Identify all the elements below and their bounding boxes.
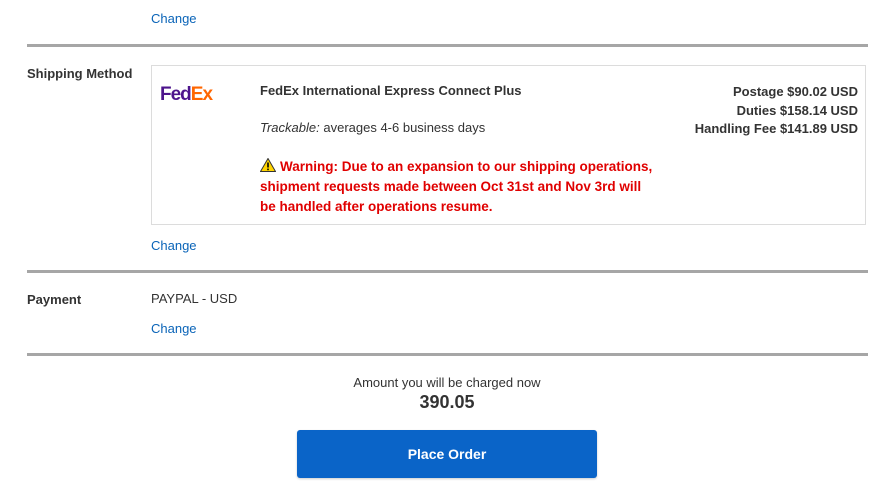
- payment-label: Payment: [27, 292, 82, 307]
- charge-label: Amount you will be charged now: [353, 375, 541, 390]
- shipping-method-card: FedEx FedEx International Express Connec…: [151, 65, 866, 225]
- payment-method-value: PAYPAL - USD: [151, 291, 238, 306]
- change-address-link[interactable]: Change: [151, 11, 197, 26]
- section-divider: [27, 270, 868, 273]
- trackable-info: Trackable: averages 4-6 business days: [260, 120, 485, 135]
- shipping-fees: Postage $90.02 USD Duties $158.14 USD Ha…: [695, 83, 858, 139]
- fedex-logo-fed: Fed: [160, 84, 192, 105]
- charge-amount: 390.05: [419, 392, 475, 412]
- checkout-review-page: Change Shipping Method FedEx FedEx Inter…: [0, 0, 894, 499]
- fedex-logo-ex: Ex: [190, 84, 213, 105]
- postage-fee: Postage $90.02 USD: [732, 84, 858, 99]
- warning-triangle-icon: [260, 158, 276, 172]
- trackable-text: averages 4-6 business days: [323, 120, 486, 135]
- warning-text: Warning: Due to an expansion to our ship…: [260, 159, 653, 214]
- change-payment-link[interactable]: Change: [151, 321, 197, 336]
- handling-fee: Handling Fee $141.89 USD: [694, 121, 858, 136]
- trackable-label: Trackable:: [260, 120, 320, 135]
- fedex-logo: FedEx: [160, 84, 213, 106]
- change-shipping-link[interactable]: Change: [151, 238, 197, 253]
- duties-fee: Duties $158.14 USD: [736, 102, 858, 118]
- shipping-warning: Warning: Due to an expansion to our ship…: [260, 157, 660, 217]
- section-divider: [27, 44, 868, 47]
- place-order-button[interactable]: Place Order: [297, 430, 597, 478]
- shipping-method-name: FedEx International Express Connect Plus: [260, 83, 522, 98]
- shipping-method-label: Shipping Method: [27, 66, 133, 81]
- section-divider: [27, 353, 868, 356]
